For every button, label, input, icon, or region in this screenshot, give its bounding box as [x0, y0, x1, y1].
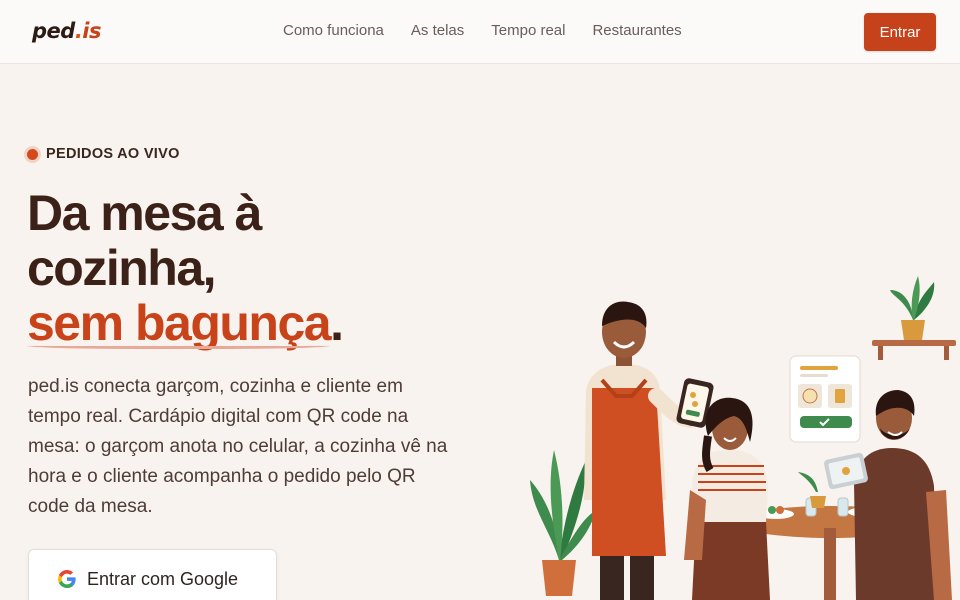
live-badge: PEDIDOS AO VIVO — [27, 146, 180, 162]
google-button-label: Entrar com Google — [87, 568, 239, 589]
headline-line-1: Da mesa à — [27, 185, 262, 241]
restaurant-illustration — [530, 276, 956, 600]
headline-line-3: sem bagunça. — [27, 296, 447, 351]
main-nav: Como funciona As telas Tempo real Restau… — [283, 22, 682, 39]
nav-link-como-funciona[interactable]: Como funciona — [283, 22, 384, 39]
top-header: ped.is Como funciona As telas Tempo real… — [0, 0, 960, 64]
order-status-card — [789, 355, 861, 443]
logo-text-is: is — [82, 19, 101, 43]
entrar-button[interactable]: Entrar — [864, 13, 936, 51]
hero-description: ped.is conecta garçom, cozinha e cliente… — [28, 376, 448, 517]
badge-label: PEDIDOS AO VIVO — [46, 146, 180, 162]
nav-link-as-telas[interactable]: As telas — [411, 22, 464, 39]
google-signin-button[interactable]: Entrar com Google — [28, 549, 277, 600]
nav-link-restaurantes[interactable]: Restaurantes — [592, 22, 681, 39]
hero-headline: Da mesa à cozinha, sem bagunça. — [27, 186, 447, 351]
shelf-plant — [872, 276, 956, 360]
logo-text-ped: ped — [32, 19, 75, 43]
headline-period: . — [330, 295, 344, 351]
headline-line-2: cozinha, — [27, 240, 217, 296]
live-dot-icon — [27, 148, 38, 160]
customer-woman — [684, 397, 770, 600]
nav-link-tempo-real[interactable]: Tempo real — [491, 22, 565, 39]
accent-underline — [27, 341, 331, 349]
google-g-icon — [58, 570, 76, 588]
headline-accent: sem bagunça — [27, 296, 332, 351]
ped-is-logo[interactable]: ped.is — [32, 19, 101, 43]
